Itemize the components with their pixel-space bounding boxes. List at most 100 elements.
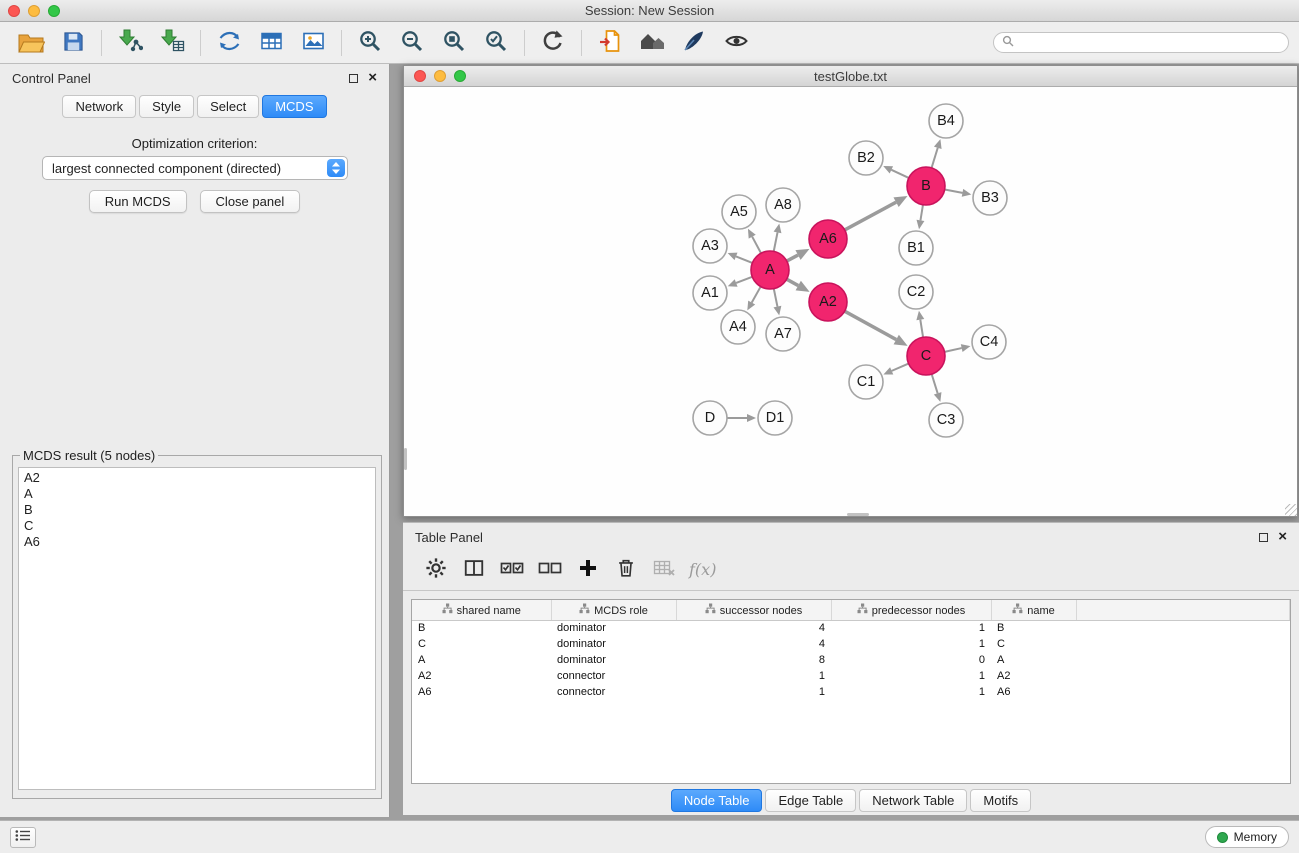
- tab-select[interactable]: Select: [197, 95, 259, 118]
- graph-node-B[interactable]: B: [907, 167, 945, 205]
- table-cell[interactable]: 4: [676, 636, 831, 652]
- export-image-button[interactable]: [292, 25, 334, 61]
- graph-node-A4[interactable]: A4: [721, 310, 755, 344]
- zoom-out-button[interactable]: [391, 25, 433, 61]
- table-cell[interactable]: 1: [676, 684, 831, 700]
- table-cell[interactable]: C: [991, 636, 1076, 652]
- new-table-button[interactable]: [250, 25, 292, 61]
- home-button[interactable]: [631, 25, 673, 61]
- table-tab-motifs[interactable]: Motifs: [970, 789, 1031, 812]
- result-item[interactable]: A: [24, 486, 370, 502]
- mcds-result-list[interactable]: A2ABCA6: [18, 467, 376, 790]
- graph-node-B3[interactable]: B3: [973, 181, 1007, 215]
- column-header-shared-name[interactable]: shared name: [412, 600, 551, 620]
- open-session-button[interactable]: [10, 25, 52, 61]
- table-tab-node-table[interactable]: Node Table: [671, 789, 763, 812]
- graph-node-A5[interactable]: A5: [722, 195, 756, 229]
- close-panel-icon[interactable]: ×: [368, 73, 377, 83]
- float-table-panel-icon[interactable]: [1259, 530, 1268, 545]
- graph-node-D1[interactable]: D1: [758, 401, 792, 435]
- table-cell[interactable]: 1: [831, 668, 991, 684]
- search-box[interactable]: [993, 32, 1289, 53]
- graph-edge-A-A1[interactable]: [736, 277, 752, 283]
- memory-button[interactable]: Memory: [1205, 826, 1289, 848]
- graph-node-C3[interactable]: C3: [929, 403, 963, 437]
- graph-node-B2[interactable]: B2: [849, 141, 883, 175]
- search-input[interactable]: [1019, 36, 1280, 50]
- graph-edge-B-B2[interactable]: [891, 170, 908, 178]
- graph-node-A6[interactable]: A6: [809, 220, 847, 258]
- table-cell[interactable]: B: [991, 620, 1076, 636]
- column-header-mcds-role[interactable]: MCDS role: [551, 600, 676, 620]
- table-row[interactable]: A2connector11A2: [412, 668, 1290, 684]
- table-tab-edge-table[interactable]: Edge Table: [765, 789, 856, 812]
- table-cell[interactable]: 4: [676, 620, 831, 636]
- node-table-container[interactable]: shared name MCDS role successor nodes pr…: [411, 599, 1291, 784]
- graph-edge-C-C4[interactable]: [945, 348, 962, 352]
- graph-edge-A-A8[interactable]: [774, 232, 778, 251]
- graph-edge-A-A4[interactable]: [752, 287, 761, 303]
- export-document-button[interactable]: [589, 25, 631, 61]
- graph-node-A1[interactable]: A1: [693, 276, 727, 310]
- column-view-button[interactable]: [455, 553, 493, 587]
- vertical-scrollbar-thumb[interactable]: [404, 448, 407, 470]
- table-cell[interactable]: dominator: [551, 652, 676, 668]
- refresh-button[interactable]: [532, 25, 574, 61]
- column-header-predecessor-nodes[interactable]: predecessor nodes: [831, 600, 991, 620]
- function-builder-button[interactable]: f(x): [689, 560, 716, 579]
- result-item[interactable]: B: [24, 502, 370, 518]
- network-window-titlebar[interactable]: testGlobe.txt: [404, 66, 1297, 87]
- graph-node-A2[interactable]: A2: [809, 283, 847, 321]
- select-all-button[interactable]: [493, 553, 531, 587]
- graph-edge-B-B4[interactable]: [932, 148, 938, 168]
- zoom-selected-button[interactable]: [475, 25, 517, 61]
- run-mcds-button[interactable]: Run MCDS: [89, 190, 187, 213]
- graph-edge-A2-C[interactable]: [845, 311, 897, 339]
- graph-edge-B-B3[interactable]: [945, 190, 963, 193]
- graph-edge-A-A5[interactable]: [752, 237, 761, 254]
- table-cell[interactable]: B: [412, 620, 551, 636]
- table-cell[interactable]: A: [412, 652, 551, 668]
- table-cell[interactable]: connector: [551, 684, 676, 700]
- graph-edge-A-A3[interactable]: [736, 256, 752, 263]
- graph-edge-C-C3[interactable]: [932, 374, 938, 393]
- tab-network[interactable]: Network: [62, 95, 136, 118]
- graph-node-A8[interactable]: A8: [766, 188, 800, 222]
- graph-node-B1[interactable]: B1: [899, 231, 933, 265]
- table-cell[interactable]: dominator: [551, 620, 676, 636]
- horizontal-scrollbar-thumb[interactable]: [847, 513, 869, 516]
- add-column-button[interactable]: [569, 553, 607, 587]
- table-cell[interactable]: 1: [831, 620, 991, 636]
- graph-edge-C-C1[interactable]: [892, 364, 909, 371]
- column-header-successor-nodes[interactable]: successor nodes: [676, 600, 831, 620]
- table-row[interactable]: Adominator80A: [412, 652, 1290, 668]
- delete-column-button[interactable]: [607, 553, 645, 587]
- table-cell[interactable]: 1: [831, 636, 991, 652]
- zoom-in-button[interactable]: [349, 25, 391, 61]
- graph-node-D[interactable]: D: [693, 401, 727, 435]
- graph-node-C1[interactable]: C1: [849, 365, 883, 399]
- zoom-fit-button[interactable]: [433, 25, 475, 61]
- table-cell[interactable]: C: [412, 636, 551, 652]
- graph-edge-A-A6[interactable]: [787, 255, 798, 261]
- tab-style[interactable]: Style: [139, 95, 194, 118]
- table-row[interactable]: Bdominator41B: [412, 620, 1290, 636]
- graph-edge-A-A2[interactable]: [787, 279, 799, 285]
- tab-mcds[interactable]: MCDS: [262, 95, 326, 118]
- graph-node-B4[interactable]: B4: [929, 104, 963, 138]
- result-item[interactable]: A6: [24, 534, 370, 550]
- annotation-button[interactable]: [673, 25, 715, 61]
- table-cell[interactable]: A2: [412, 668, 551, 684]
- graph-node-C2[interactable]: C2: [899, 275, 933, 309]
- graph-edge-A6-B[interactable]: [845, 202, 896, 230]
- table-cell[interactable]: A6: [412, 684, 551, 700]
- task-history-button[interactable]: [10, 827, 36, 848]
- delete-table-button[interactable]: [645, 553, 683, 587]
- new-network-button[interactable]: [208, 25, 250, 61]
- table-cell[interactable]: connector: [551, 668, 676, 684]
- deselect-all-button[interactable]: [531, 553, 569, 587]
- table-settings-button[interactable]: [417, 553, 455, 587]
- table-cell[interactable]: A: [991, 652, 1076, 668]
- result-item[interactable]: A2: [24, 470, 370, 486]
- criterion-select[interactable]: largest connected component (directed): [42, 156, 348, 180]
